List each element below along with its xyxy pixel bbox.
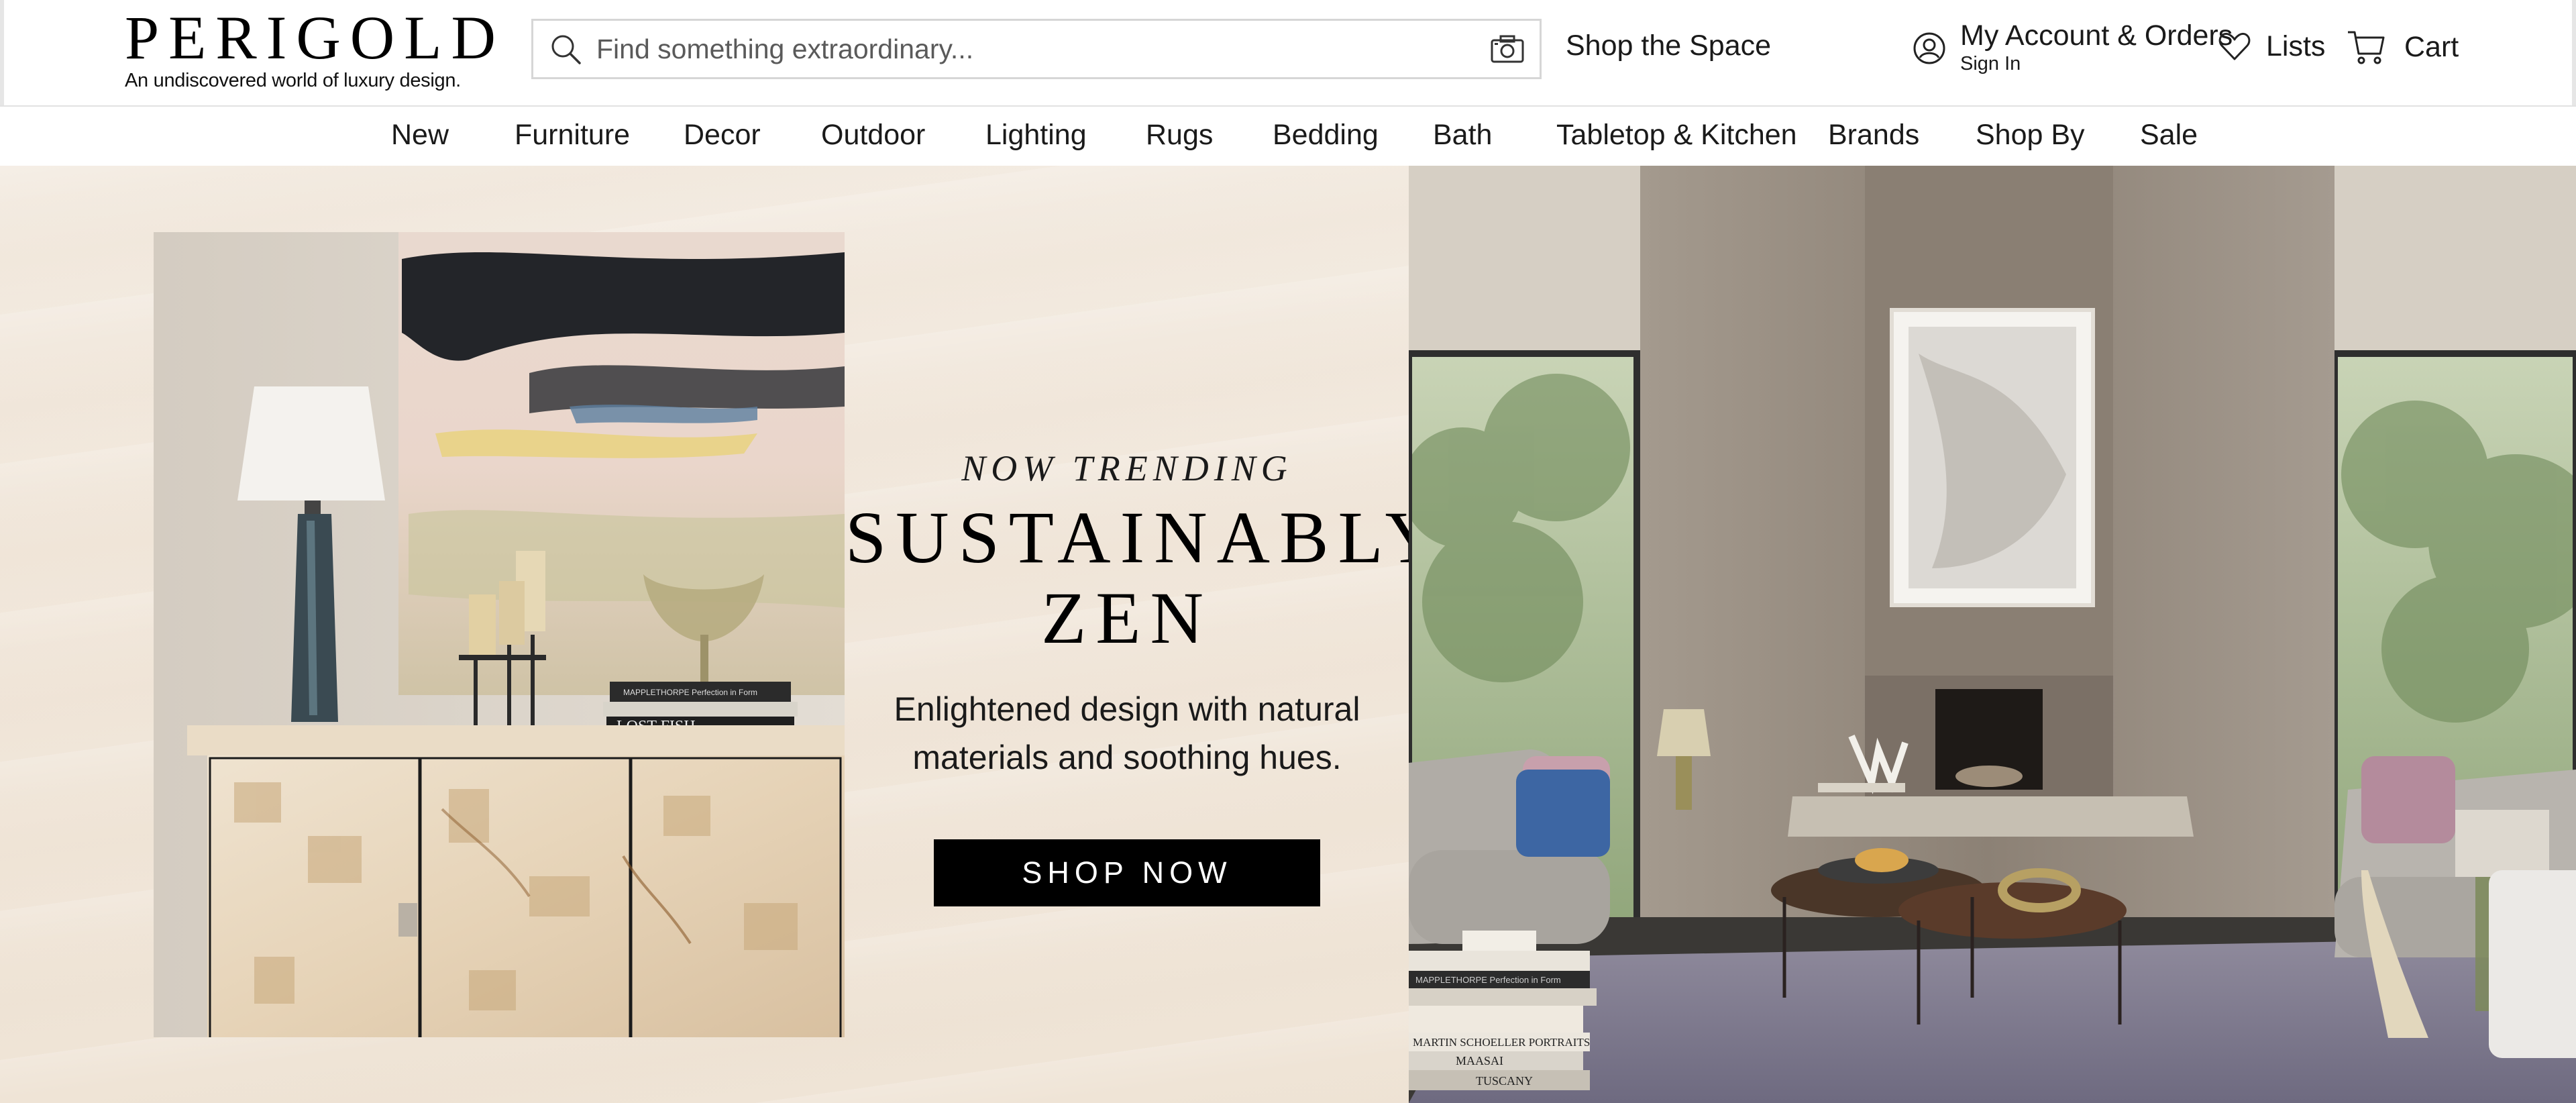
hero-subcopy-line-1: Enlightened design with natural [894, 690, 1360, 728]
nav-item-shop-by[interactable]: Shop By [1976, 119, 2085, 152]
account-label: My Account & Orders [1960, 19, 2233, 52]
hero-headline-line-2: ZEN [1041, 577, 1213, 659]
room-book-spine-1: MAPPLETHORPE Perfection in Form [1415, 975, 1561, 985]
nav-item-sale[interactable]: Sale [2140, 119, 2198, 152]
account-icon [1913, 32, 1945, 64]
search-input[interactable] [586, 21, 1487, 77]
nav-item-rugs[interactable]: Rugs [1146, 119, 1213, 152]
shop-now-button[interactable]: SHOP NOW [934, 839, 1320, 906]
nav-item-outdoor[interactable]: Outdoor [821, 119, 925, 152]
hero-headline: SUSTAINABLY ZEN [845, 497, 1409, 658]
search-icon[interactable] [545, 29, 586, 69]
shop-the-space-link[interactable]: Shop the Space [1566, 30, 1771, 62]
nav-item-bath[interactable]: Bath [1433, 119, 1492, 152]
nav-item-lighting[interactable]: Lighting [985, 119, 1087, 152]
logo-wordmark: PERIGOLD [125, 3, 505, 72]
nav-item-bedding[interactable]: Bedding [1273, 119, 1379, 152]
living-room-illustration: MAPPLETHORPE Perfection in Form MARTIN S… [1409, 166, 2576, 1103]
search-bar [531, 19, 1542, 79]
logo[interactable]: PERIGOLD An undiscovered world of luxury… [125, 7, 505, 92]
account-menu[interactable]: My Account & Orders Sign In [1912, 19, 2233, 75]
heart-icon [2218, 33, 2251, 60]
hero-copy: NOW TRENDING SUSTAINABLY ZEN Enlightened… [845, 448, 1409, 906]
vignette-illustration: MAPPLETHORPE Perfection in Form LOST FIS… [154, 232, 845, 1037]
nav-item-tabletop-kitchen[interactable]: Tabletop & Kitchen [1556, 119, 1797, 152]
main-navigation: New Furniture Decor Outdoor Lighting Rug… [4, 107, 2572, 166]
sideboard-vignette-image[interactable]: MAPPLETHORPE Perfection in Form LOST FIS… [154, 232, 845, 1037]
room-book-spine-4: TUSCANY [1476, 1074, 1533, 1088]
vignette-book-top-title: MAPPLETHORPE Perfection in Form [623, 688, 757, 697]
living-room-image[interactable]: MAPPLETHORPE Perfection in Form MARTIN S… [1409, 166, 2576, 1103]
cart-link[interactable]: Cart [2347, 28, 2459, 66]
hero-subcopy: Enlightened design with natural material… [845, 685, 1409, 782]
nav-item-new[interactable]: New [391, 119, 449, 152]
sign-in-label: Sign In [1960, 53, 2021, 74]
room-book-spine-2: MARTIN SCHOELLER PORTRAITS [1413, 1036, 1590, 1049]
hero-headline-line-1: SUSTAINABLY [845, 496, 1409, 578]
hero-banner: MAPPLETHORPE Perfection in Form LOST FIS… [0, 166, 2576, 1103]
nav-item-furniture[interactable]: Furniture [515, 119, 630, 152]
logo-tagline: An undiscovered world of luxury design. [125, 70, 461, 91]
hero-left-panel: MAPPLETHORPE Perfection in Form LOST FIS… [0, 166, 1409, 1103]
hero-subcopy-line-2: materials and soothing hues. [912, 739, 1342, 776]
cart-icon [2348, 31, 2385, 64]
lists-link[interactable]: Lists [2218, 30, 2325, 63]
cart-label: Cart [2404, 30, 2459, 63]
nav-item-decor[interactable]: Decor [684, 119, 761, 152]
camera-icon[interactable] [1487, 29, 1527, 69]
hero-eyebrow: NOW TRENDING [961, 448, 1293, 488]
room-book-spine-3: MAASAI [1456, 1054, 1503, 1067]
site-header: PERIGOLD An undiscovered world of luxury… [0, 0, 2576, 105]
lists-label: Lists [2266, 30, 2326, 62]
nav-item-brands[interactable]: Brands [1828, 119, 1919, 152]
